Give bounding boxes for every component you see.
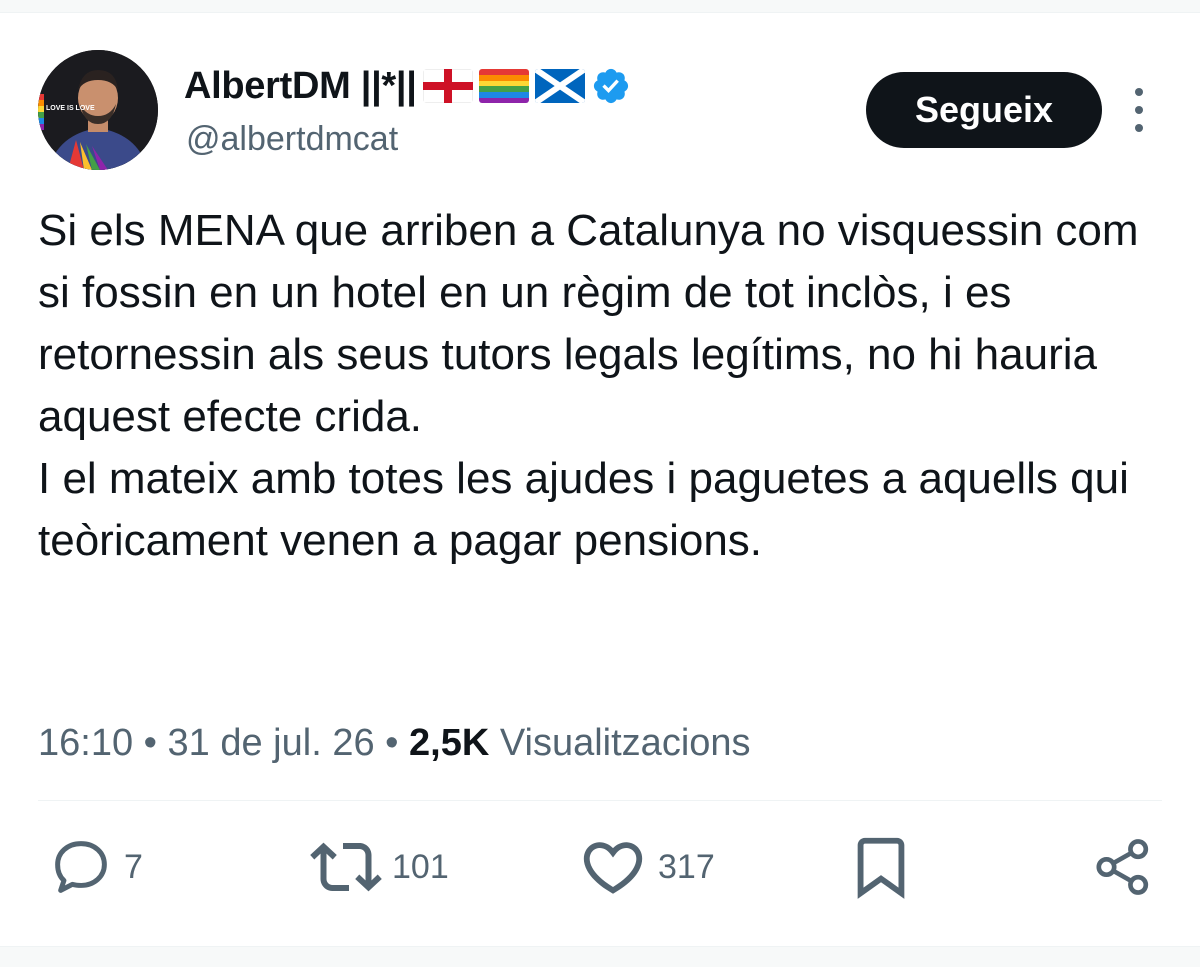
author-handle[interactable]: @albertdmcat: [186, 120, 398, 159]
dot-icon: [1135, 106, 1143, 114]
scotland-flag-icon: [534, 69, 585, 103]
like-button[interactable]: 317: [578, 832, 715, 902]
divider: [38, 800, 1162, 801]
tweet-meta: 16:10 • 31 de jul. 26 • 2,5K Visualitzac…: [38, 722, 751, 765]
repost-icon: [310, 842, 382, 892]
heart-icon: [583, 842, 643, 894]
avatar-logo-text: LOVE IS LOVE: [46, 105, 95, 112]
tweet-paragraph: Si els MENA que arriben a Catalunya no v…: [38, 206, 1139, 441]
more-options-icon[interactable]: [1124, 88, 1154, 132]
share-button[interactable]: [1090, 832, 1156, 902]
top-edge: [0, 0, 1200, 13]
bookmark-button[interactable]: [846, 832, 916, 902]
reply-icon: [55, 841, 107, 893]
follow-button[interactable]: Segueix: [866, 72, 1102, 148]
avatar-photo: LOVE IS LOVE: [38, 50, 158, 170]
views-label[interactable]: Visualitzacions: [500, 722, 751, 764]
reply-count: 7: [124, 847, 143, 886]
dot-icon: [1135, 88, 1143, 96]
rainbow-flag-icon: [478, 69, 529, 103]
tweet-time[interactable]: 16:10: [38, 722, 133, 764]
avatar[interactable]: LOVE IS LOVE: [38, 50, 158, 170]
bookmark-icon: [857, 837, 905, 899]
meta-separator: •: [143, 722, 157, 764]
tweet-text: Si els MENA que arriben a Catalunya no v…: [38, 200, 1178, 572]
repost-count: 101: [392, 847, 449, 886]
england-flag-icon: [422, 69, 473, 103]
tweet-paragraph: I el mateix amb totes les ajudes i pague…: [38, 454, 1129, 565]
bottom-edge: [0, 946, 1200, 967]
share-icon: [1096, 839, 1149, 895]
dot-icon: [1135, 124, 1143, 132]
verified-badge-icon[interactable]: [591, 66, 631, 106]
tweet-date[interactable]: 31 de jul. 26: [168, 722, 375, 764]
like-count: 317: [658, 847, 715, 886]
repost-button[interactable]: 101: [310, 832, 449, 902]
views-count[interactable]: 2,5K: [409, 722, 489, 764]
meta-separator: •: [385, 722, 399, 764]
author-display-name[interactable]: AlbertDM ||*||: [184, 65, 417, 108]
author-name-row[interactable]: AlbertDM ||*||: [184, 58, 631, 114]
reply-button[interactable]: 7: [48, 832, 143, 902]
